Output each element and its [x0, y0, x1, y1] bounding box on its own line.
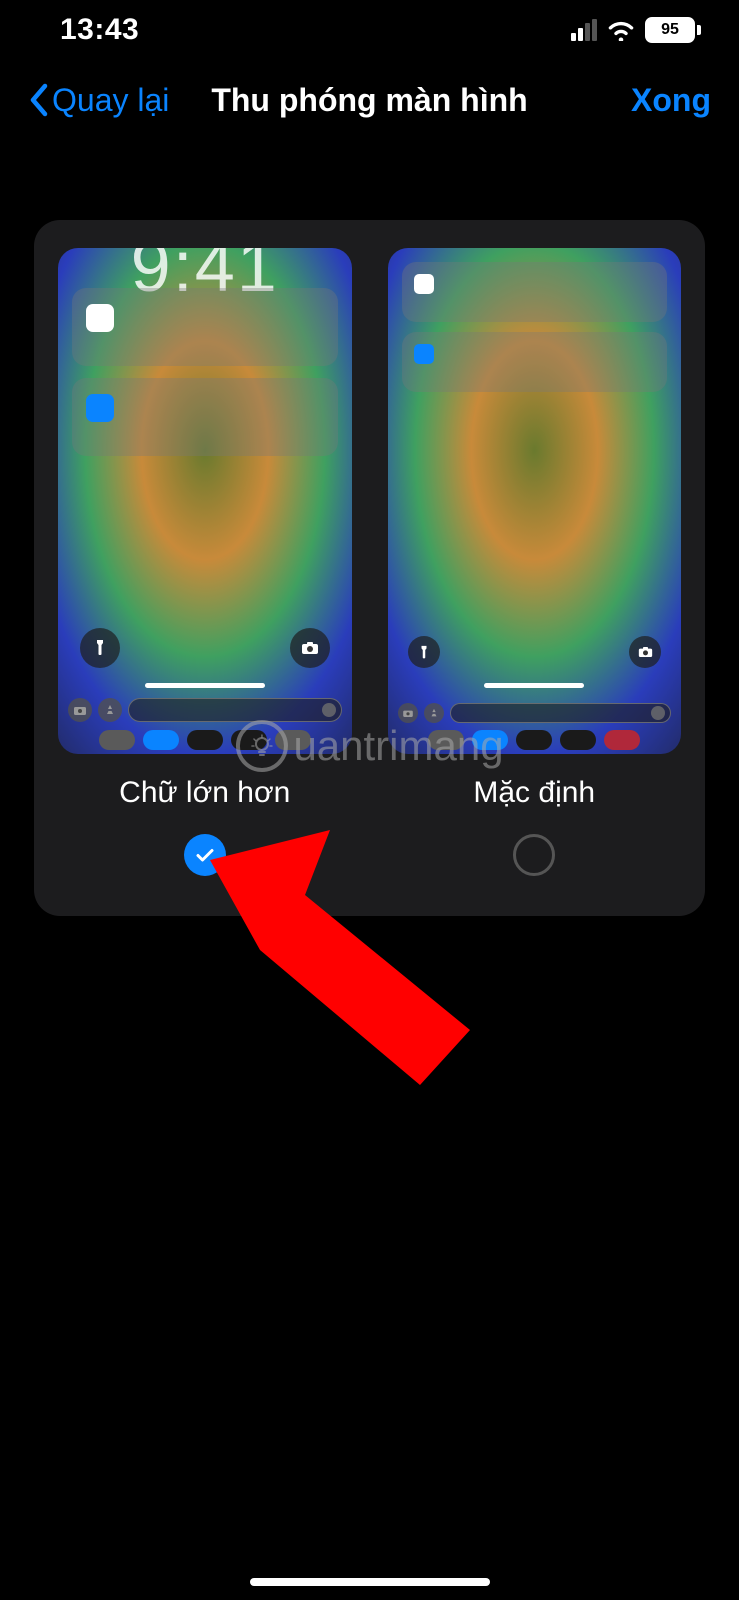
status-bar: 13:43 95 — [0, 0, 739, 60]
battery-indicator: 95 — [645, 17, 701, 43]
option-default[interactable]: Mặc định — [388, 248, 682, 876]
camera-small-icon — [68, 698, 92, 722]
option-default-label: Mặc định — [473, 776, 595, 810]
chevron-left-icon — [28, 83, 48, 117]
radio-default[interactable] — [513, 834, 555, 876]
done-button[interactable]: Xong — [631, 82, 711, 119]
wifi-icon — [607, 19, 635, 41]
zoom-options-panel: 9:41 Chữ lớn hơn — [34, 220, 705, 916]
appstore-small-icon — [98, 698, 122, 722]
checkmark-icon — [193, 843, 217, 867]
home-indicator[interactable] — [250, 1578, 490, 1586]
flashlight-icon — [80, 628, 120, 668]
status-time: 13:43 — [60, 13, 139, 47]
battery-percent: 95 — [661, 21, 679, 39]
camera-icon — [629, 636, 661, 668]
option-larger-text-label: Chữ lớn hơn — [119, 776, 290, 810]
back-label: Quay lại — [52, 82, 169, 119]
back-button[interactable]: Quay lại — [28, 82, 169, 119]
option-larger-text[interactable]: 9:41 Chữ lớn hơn — [58, 248, 352, 876]
camera-icon — [290, 628, 330, 668]
camera-small-icon — [398, 703, 418, 723]
preview-default — [388, 248, 682, 754]
page-title: Thu phóng màn hình — [211, 82, 527, 119]
flashlight-icon — [408, 636, 440, 668]
cellular-signal-icon — [571, 19, 597, 41]
preview-larger-text: 9:41 — [58, 248, 352, 754]
navigation-bar: Quay lại Thu phóng màn hình Xong — [0, 60, 739, 140]
radio-larger-text[interactable] — [184, 834, 226, 876]
appstore-small-icon — [424, 703, 444, 723]
status-indicators: 95 — [571, 17, 701, 43]
